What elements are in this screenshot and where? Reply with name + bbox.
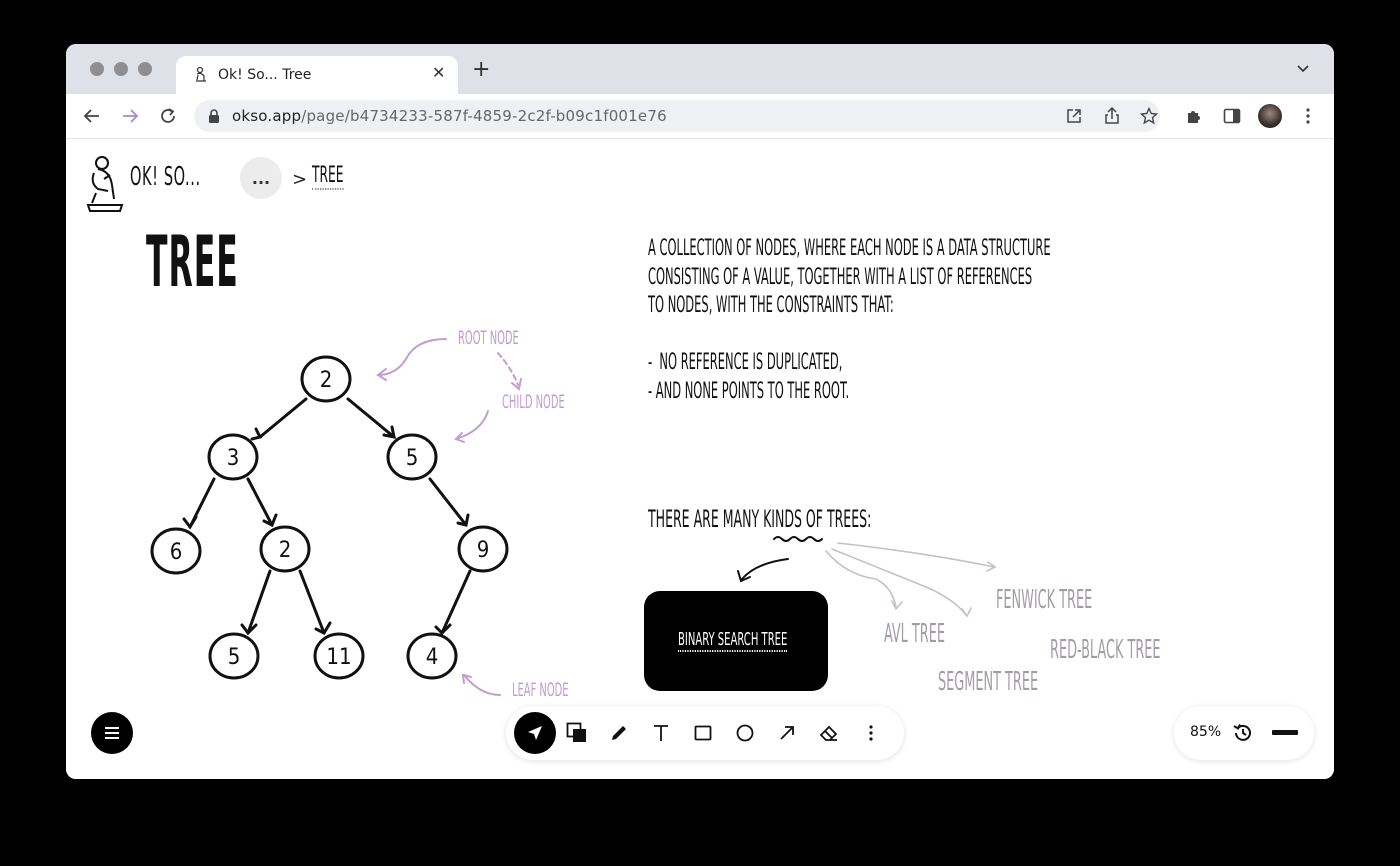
- binary-search-tree-card[interactable]: BINARY SEARCH TREE: [644, 591, 828, 691]
- avl-tree-label[interactable]: AVL TREE: [884, 619, 945, 649]
- browser-window: Ok! So... Tree ✕ + okso.app/page/b473423…: [66, 44, 1334, 779]
- maximize-window-button[interactable]: [138, 62, 152, 76]
- bookmark-star-icon[interactable]: [1140, 107, 1158, 125]
- tree-kinds-heading[interactable]: THERE ARE MANY KINDS OF TREES:: [648, 505, 871, 533]
- url-host: okso.app: [232, 107, 302, 125]
- history-icon[interactable]: [1232, 722, 1254, 744]
- stroke-width-icon[interactable]: [1272, 730, 1298, 736]
- tree-node-label: 9: [477, 538, 490, 563]
- tree-description[interactable]: A COLLECTION OF NODES, WHERE EACH NODE I…: [648, 235, 1051, 406]
- whiteboard-canvas[interactable]: OK! SO... ... > TREE TREE 2 3 5 6 2 9 5 …: [66, 139, 1334, 779]
- more-vertical-icon: [869, 725, 873, 741]
- tree-node-label: 2: [279, 538, 292, 563]
- tree-node-label: 11: [326, 645, 351, 670]
- navigation-bar: okso.app/page/b4734233-587f-4859-2c2f-b0…: [66, 94, 1334, 139]
- tree-node-label: 5: [228, 645, 241, 670]
- more-tools-button[interactable]: [850, 712, 892, 754]
- tab-active[interactable]: Ok! So... Tree ✕: [176, 56, 458, 94]
- tree-node-label: 5: [406, 446, 419, 471]
- lock-icon: [209, 109, 219, 123]
- open-external-icon[interactable]: [1066, 108, 1082, 124]
- tree-node-label: 6: [170, 540, 183, 565]
- pen-tool-button[interactable]: [598, 712, 640, 754]
- circle-icon: [736, 724, 754, 742]
- arrow-up-right-icon: [780, 726, 794, 740]
- root-node-annotation[interactable]: ROOT NODE: [458, 327, 519, 349]
- drawing-toolbar: [506, 706, 904, 760]
- thinker-favicon-icon: [196, 66, 206, 82]
- tree-edge: [246, 477, 274, 527]
- child-dashed-arrow-icon: [497, 352, 519, 386]
- tree-edge: [346, 397, 396, 439]
- tab-title: Ok! So... Tree: [218, 67, 312, 83]
- new-tab-button[interactable]: +: [472, 59, 490, 81]
- pointer-arrow-icon: [528, 726, 542, 740]
- text-tool-button[interactable]: [640, 712, 682, 754]
- share-icon[interactable]: [1104, 107, 1120, 125]
- select-tool-button[interactable]: [514, 712, 556, 754]
- zoom-controls: 85%: [1174, 706, 1314, 760]
- zoom-level[interactable]: 85%: [1190, 724, 1221, 740]
- leaf-node-annotation[interactable]: LEAF NODE: [512, 679, 569, 701]
- main-menu-button[interactable]: [91, 712, 133, 754]
- close-window-button[interactable]: [90, 62, 104, 76]
- red-black-tree-label[interactable]: RED-BLACK TREE: [1050, 635, 1161, 665]
- fenwick-tree-label[interactable]: FENWICK TREE: [996, 585, 1092, 615]
- ellipse-tool-button[interactable]: [724, 712, 766, 754]
- rectangle-tool-button[interactable]: [682, 712, 724, 754]
- tree-node-label: 4: [426, 645, 439, 670]
- binary-search-tree-link[interactable]: BINARY SEARCH TREE: [678, 629, 788, 652]
- url-text[interactable]: okso.app/page/b4734233-587f-4859-2c2f-b0…: [232, 107, 667, 125]
- tab-search-chevron-icon[interactable]: [1296, 64, 1310, 74]
- layers-icon: [566, 722, 586, 742]
- shape-fill-tool-button[interactable]: [556, 712, 598, 754]
- tree-node-label: 3: [227, 446, 240, 471]
- eraser-tool-button[interactable]: [808, 712, 850, 754]
- reload-icon[interactable]: [156, 104, 180, 128]
- rectangle-icon: [694, 725, 712, 741]
- squiggle-underline-icon: [773, 536, 823, 542]
- tree-edge: [258, 397, 308, 439]
- profile-avatar[interactable]: [1258, 104, 1282, 128]
- eraser-icon: [819, 725, 838, 741]
- text-t-icon: [654, 725, 668, 741]
- tree-edge: [440, 569, 472, 635]
- tree-edge: [246, 569, 272, 635]
- hamburger-icon: [105, 727, 119, 739]
- tree-edge: [298, 569, 326, 635]
- tree-edge: [428, 477, 468, 527]
- arrow-tool-button[interactable]: [766, 712, 808, 754]
- extensions-puzzle-icon[interactable]: [1182, 104, 1206, 128]
- avl-arrow-icon: [825, 550, 897, 608]
- bst-arrow-icon: [741, 558, 789, 580]
- child-node-annotation[interactable]: CHILD NODE: [502, 391, 565, 413]
- tab-bar: Ok! So... Tree ✕ +: [66, 44, 1334, 94]
- tree-node-label: 2: [320, 368, 333, 393]
- url-path: /page/b4734233-587f-4859-2c2f-b09c1f001e…: [301, 107, 667, 125]
- back-arrow-icon[interactable]: [80, 104, 104, 128]
- root-arrow-icon: [377, 338, 447, 376]
- fenwick-arrow-icon: [837, 542, 995, 568]
- minimize-window-button[interactable]: [114, 62, 128, 76]
- tab-close-icon[interactable]: ✕: [432, 63, 445, 82]
- segment-tree-label[interactable]: SEGMENT TREE: [938, 667, 1038, 697]
- pencil-icon: [612, 726, 626, 740]
- leaf-arrow-icon: [463, 674, 501, 696]
- forward-arrow-icon[interactable]: [118, 104, 142, 128]
- side-panel-icon[interactable]: [1220, 104, 1244, 128]
- browser-menu-icon[interactable]: [1296, 104, 1320, 128]
- address-bar[interactable]: okso.app/page/b4734233-587f-4859-2c2f-b0…: [194, 100, 1160, 132]
